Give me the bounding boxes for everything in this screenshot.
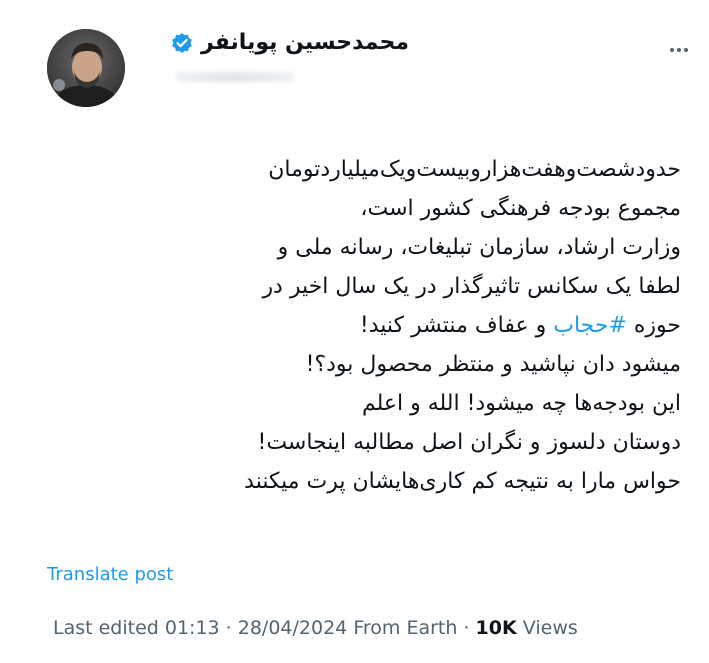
views-label: Views (522, 617, 578, 639)
post-line-8: دوستان دلسوز و نگران اصل مطالبه اینجاست! (257, 430, 682, 455)
avatar[interactable] (47, 29, 125, 107)
post-line-1: حدودشصت‌وهفت‌هزاروبیست‌ویک‌میلیاردتومان (268, 157, 681, 182)
avatar-photo (47, 29, 125, 107)
author-name[interactable]: محمدحسین پویانفر (201, 30, 409, 55)
verified-badge-icon (172, 32, 192, 53)
post-meta: Last edited 01:13 · 28/04/2024 From Eart… (53, 617, 578, 639)
translate-post-link[interactable]: Translate post (47, 564, 173, 585)
meta-separator: · (463, 617, 470, 639)
post-line-4: لطفا یک سکانس تاثیرگذار در یک سال اخیر د… (262, 274, 681, 299)
post-line-6: میشود دان نپاشید و منتظر محصول بود؟! (305, 352, 681, 377)
redacted-handle (175, 72, 295, 82)
post-line-7: این بودجه‌ها چه میشود! الله و اعلم (361, 391, 681, 416)
post-line-2: مجموع بودجه فرهنگی کشور است، (360, 196, 681, 221)
post-line-hashtag: حوزه #حجاب و عفاف منتشر کنید! (111, 306, 681, 345)
post-author[interactable]: محمدحسین پویانفر (171, 30, 409, 55)
post-line-9: حواس مارا به نتیجه کم کاری‌هایشان پرت می… (244, 469, 681, 494)
hashtag-line-before: حوزه (626, 313, 681, 338)
views-count: 10K (475, 617, 517, 639)
post-line-3: وزارت ارشاد، سازمان تبلیغات، رسانه ملی و (277, 235, 681, 260)
hashtag-line-after: و عفاف منتشر کنید! (359, 313, 554, 338)
post-text: حدودشصت‌وهفت‌هزاروبیست‌ویک‌میلیاردتومان … (111, 150, 681, 501)
location: From Earth (353, 617, 458, 639)
hashtag-link[interactable]: #حجاب (553, 313, 627, 338)
edited-timestamp[interactable]: Last edited 01:13 · 28/04/2024 (53, 617, 347, 639)
more-options-icon[interactable] (667, 38, 691, 62)
